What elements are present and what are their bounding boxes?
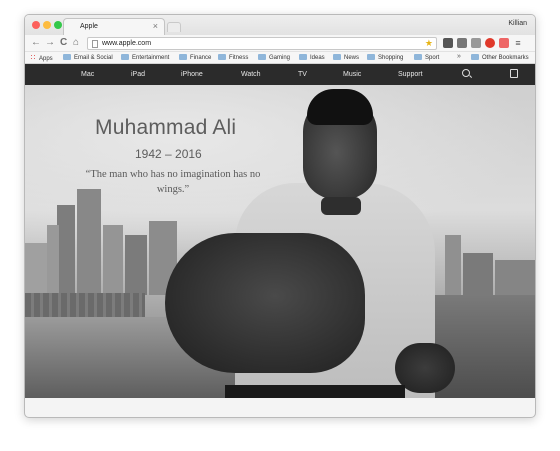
shopping-bag-icon[interactable] [510, 69, 518, 78]
home-icon[interactable]: ⌂ [73, 37, 79, 49]
bookmark-shopping[interactable]: Shopping [367, 54, 403, 62]
nav-item-watch[interactable]: Watch [241, 71, 261, 78]
bookmark-label: Email & Social [74, 55, 113, 61]
browser-toolbar: ← → C ⌂ www.apple.com ★ ≡ [25, 35, 535, 52]
bookmark-label: Fitness [229, 55, 249, 61]
bookmark-label: Entertainment [132, 55, 170, 61]
back-arrow-icon[interactable]: ← [31, 37, 41, 49]
skyline-building [47, 225, 59, 295]
boxer-hair [307, 89, 373, 125]
hero-quote: “The man who has no imagination has no w… [85, 169, 261, 195]
folder-icon [471, 54, 479, 60]
folder-icon [121, 54, 129, 60]
hero-years: 1942 – 2016 [135, 147, 202, 161]
nav-item-tv[interactable]: TV [298, 71, 307, 78]
folder-icon [367, 54, 375, 60]
bookmark-email-social[interactable]: Email & Social [63, 54, 113, 62]
bookmark-label: News [344, 55, 360, 61]
search-icon[interactable] [462, 69, 470, 77]
skyline-building [57, 205, 75, 295]
title-bar: Apple × Killian [25, 15, 535, 35]
minimize-window-button[interactable] [43, 21, 51, 29]
folder-icon [258, 54, 266, 60]
bookmark-label: Apps [39, 56, 53, 62]
folder-icon [333, 54, 341, 60]
bookmark-label: Ideas [310, 55, 325, 61]
bookmark-label: Gaming [269, 55, 291, 61]
zoom-window-button[interactable] [54, 21, 62, 29]
close-window-button[interactable] [32, 21, 40, 29]
bookmark-label: Sport [425, 55, 440, 61]
new-tab-button[interactable] [167, 22, 181, 32]
nav-item-ipad[interactable]: iPad [131, 71, 145, 78]
bookmark-fitness[interactable]: Fitness [218, 54, 248, 62]
bookmark-star-icon[interactable]: ★ [425, 38, 433, 49]
bookmark-ideas[interactable]: Ideas [299, 54, 325, 62]
tab-close-icon[interactable]: × [153, 21, 158, 31]
nav-item-music[interactable]: Music [343, 71, 361, 78]
skyline-building [25, 243, 47, 295]
bridge-structure [25, 293, 145, 317]
hero-banner: Muhammad Ali 1942 – 2016 “The man who ha… [25, 85, 535, 398]
menu-icon[interactable]: ≡ [513, 38, 523, 48]
apple-site-nav: Mac iPad iPhone Watch TV Music Support [25, 64, 535, 85]
browser-window: Apple × Killian ← → C ⌂ www.apple.com ★ … [24, 14, 536, 418]
reload-icon[interactable]: C [60, 37, 67, 49]
folder-icon [179, 54, 187, 60]
url-text[interactable]: www.apple.com [102, 40, 151, 47]
folder-icon [299, 54, 307, 60]
folder-icon [414, 54, 422, 60]
reader-extension-icon[interactable] [457, 38, 467, 48]
bookmark-news[interactable]: News [333, 54, 359, 62]
bookmark-other-bookmarks[interactable]: Other Bookmarks [471, 54, 529, 62]
folder-icon [63, 54, 71, 60]
bookmark-finance[interactable]: Finance [179, 54, 211, 62]
nav-item-support[interactable]: Support [398, 71, 423, 78]
mail-extension-icon[interactable] [471, 38, 481, 48]
pocket-extension-icon[interactable] [443, 38, 453, 48]
hero-title: Muhammad Ali [95, 116, 237, 139]
boxer-fist [165, 233, 365, 373]
calendar-extension-icon[interactable] [499, 38, 509, 48]
nav-item-mac[interactable]: Mac [81, 71, 94, 78]
skyline-building [125, 235, 147, 295]
bookmark-apps[interactable]: Apps [30, 54, 53, 63]
profile-name[interactable]: Killian [508, 20, 527, 27]
page-icon [92, 40, 98, 48]
tab-apple[interactable]: Apple × [63, 18, 165, 35]
skyline-building [103, 225, 123, 295]
bookmark-gaming[interactable]: Gaming [258, 54, 290, 62]
apps-grid-icon [30, 54, 37, 61]
folder-icon [218, 54, 226, 60]
bookmark-label: Shopping [378, 55, 404, 61]
tab-title: Apple [80, 23, 98, 30]
bookmark-sport[interactable]: Sport [414, 54, 439, 62]
bookmarks-overflow-chevron-icon[interactable]: » [457, 53, 461, 60]
bookmark-label: Finance [190, 55, 212, 61]
bookmarks-bar: Apps Email & Social Entertainment Financ… [25, 52, 535, 64]
bookmark-label: Other Bookmarks [482, 55, 529, 61]
forward-arrow-icon[interactable]: → [45, 37, 55, 49]
boxer-trousers [225, 385, 405, 398]
boxer-neck [321, 197, 361, 215]
nav-item-iphone[interactable]: iPhone [181, 71, 203, 78]
address-bar[interactable]: www.apple.com ★ [87, 37, 437, 50]
skyline-building [77, 189, 101, 295]
record-extension-icon[interactable] [485, 38, 495, 48]
bookmark-entertainment[interactable]: Entertainment [121, 54, 169, 62]
